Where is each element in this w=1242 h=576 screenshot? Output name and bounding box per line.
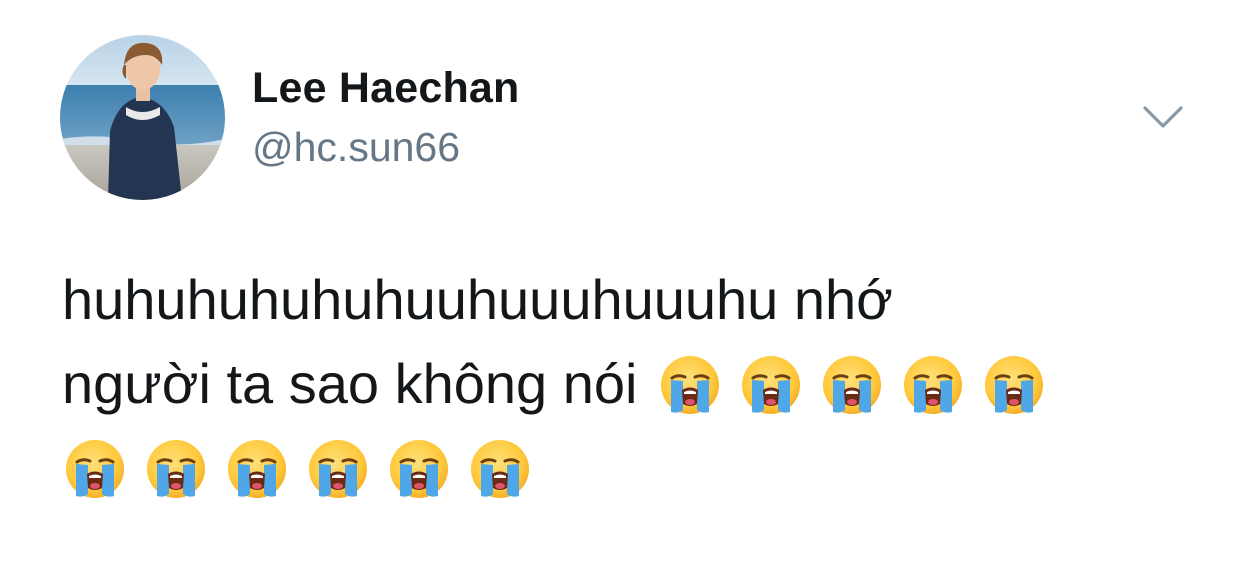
tweet-card: Lee Haechan @hc.sun66 huhuhuhuhuhuuhuuuh…	[0, 0, 1242, 576]
loudly-crying-face-icon	[64, 438, 126, 500]
loudly-crying-face-icon	[469, 438, 531, 500]
loudly-crying-face-icon	[226, 438, 288, 500]
display-name[interactable]: Lee Haechan	[252, 64, 520, 113]
avatar[interactable]	[60, 35, 225, 200]
loudly-crying-face-icon	[307, 438, 369, 500]
tweet-text-line: huhuhuhuhuhuuhuuuhuuuhu nhớ	[62, 268, 893, 331]
loudly-crying-face-icon	[821, 354, 883, 416]
loudly-crying-face-icon	[388, 438, 450, 500]
loudly-crying-face-icon	[983, 354, 1045, 416]
tweet-body: huhuhuhuhuhuuhuuuhuuuhu nhớ người ta sao…	[62, 258, 1182, 510]
loudly-crying-face-icon	[740, 354, 802, 416]
chevron-down-icon[interactable]	[1140, 100, 1186, 132]
emoji-row	[64, 426, 1182, 510]
username-handle[interactable]: @hc.sun66	[252, 124, 460, 171]
loudly-crying-face-icon	[145, 438, 207, 500]
loudly-crying-face-icon	[659, 354, 721, 416]
tweet-text-line: người ta sao không nói	[62, 352, 638, 415]
loudly-crying-face-icon	[902, 354, 964, 416]
profile-photo	[60, 35, 225, 200]
tweet-text-line-with-emoji: người ta sao không nói	[62, 342, 1182, 426]
